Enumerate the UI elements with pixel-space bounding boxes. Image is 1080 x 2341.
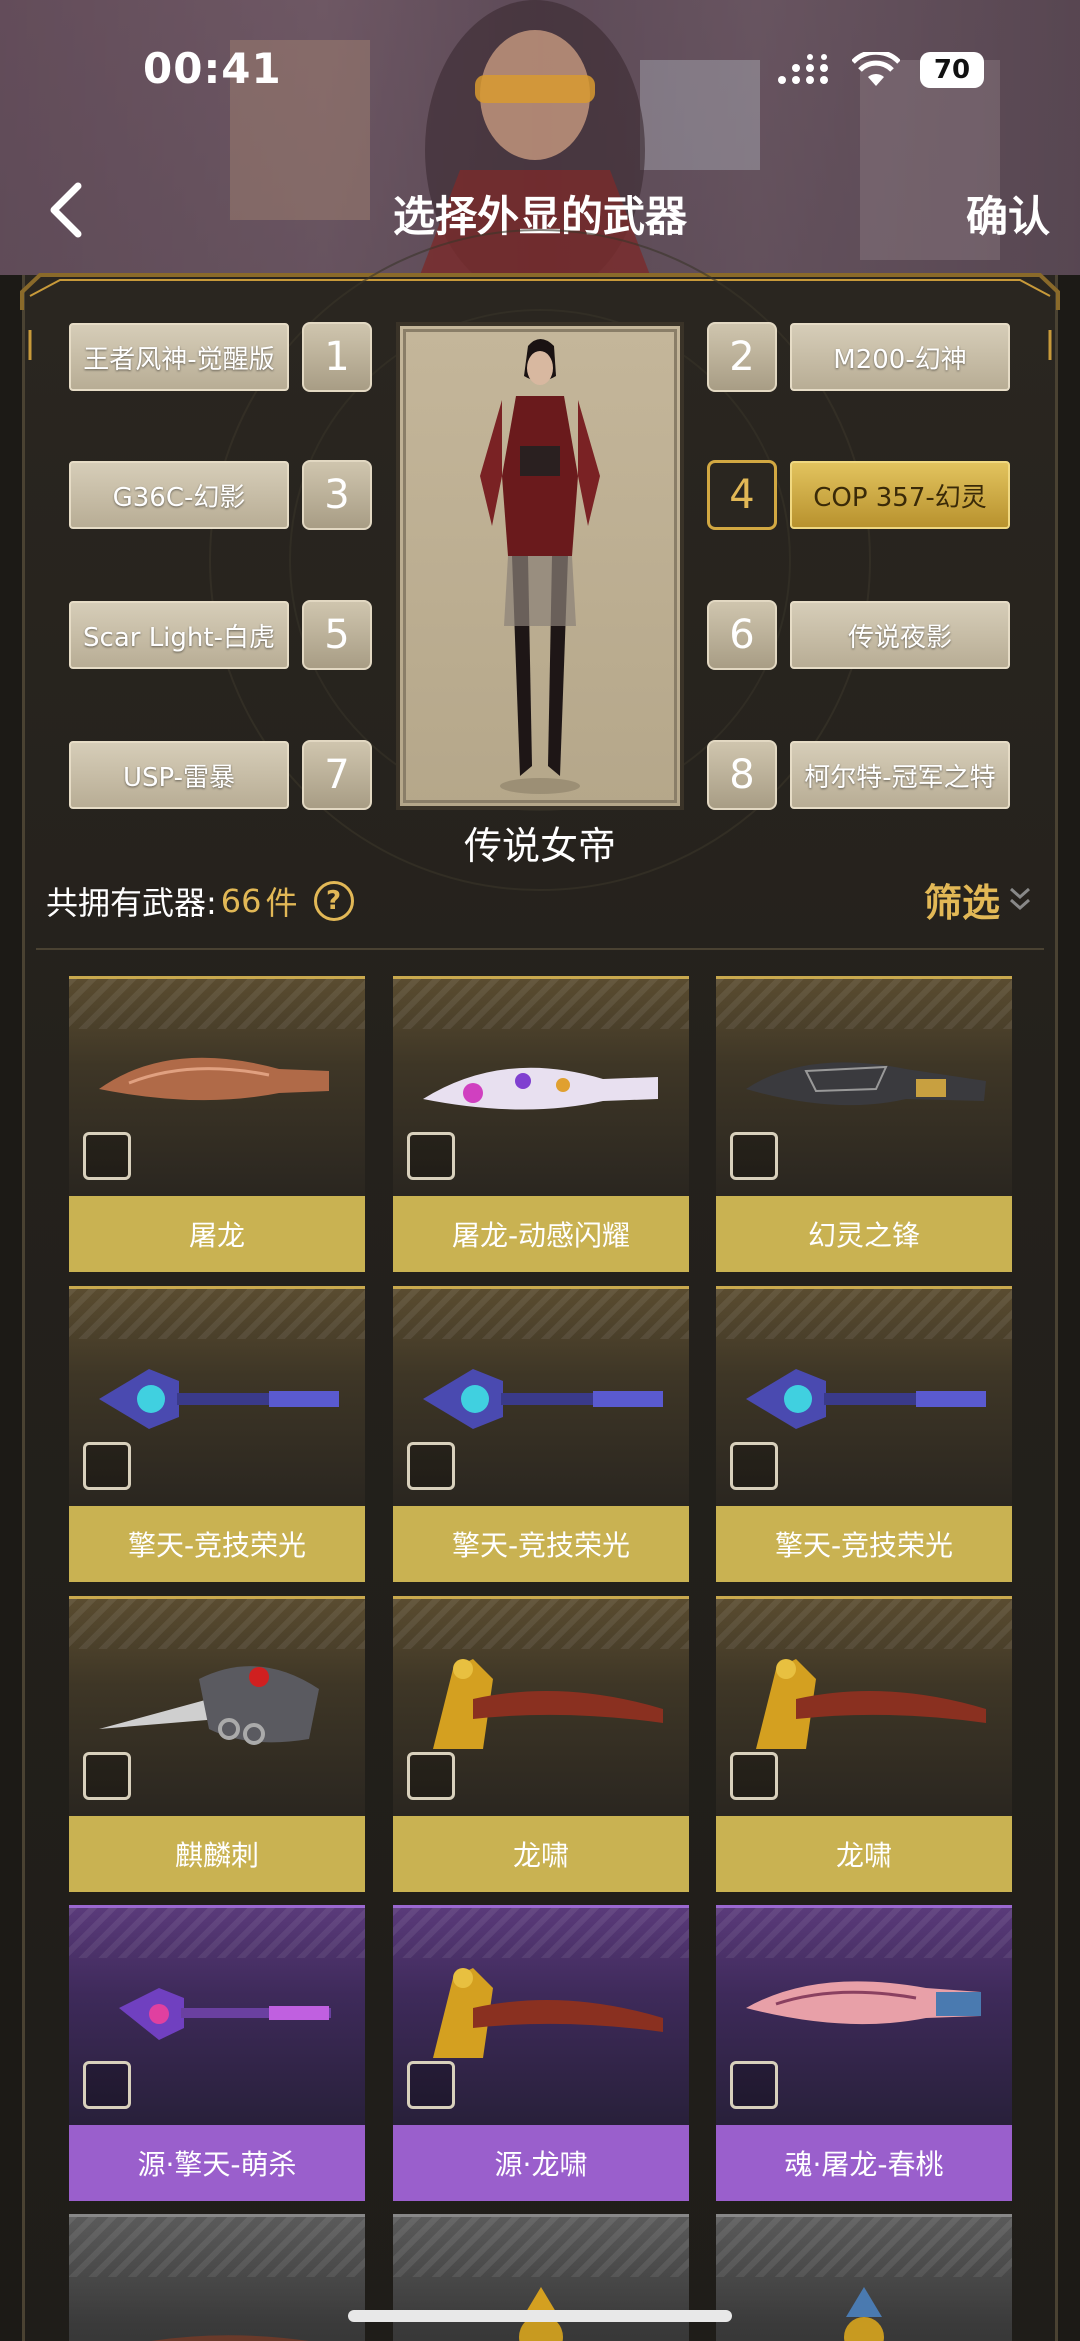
slot-7-number[interactable]: 7 — [302, 740, 372, 810]
owned-weapons-summary: 共拥有武器: 66 件 ? — [46, 878, 354, 924]
weapon-card[interactable]: 屠龙 — [69, 976, 365, 1272]
slot-8-weapon[interactable]: 柯尔特-冠军之特 — [790, 741, 1010, 809]
select-checkbox[interactable] — [730, 2061, 778, 2109]
select-checkbox[interactable] — [407, 2061, 455, 2109]
weapon-partial-icon — [844, 2287, 884, 2341]
character-figure — [480, 339, 600, 794]
weapon-card[interactable]: 魂·屠龙-春桃 — [716, 1905, 1012, 2201]
axe-icon — [756, 1659, 986, 1749]
weapon-card[interactable]: 龙啸 — [393, 1596, 689, 1892]
slot-2-weapon[interactable]: M200-幻神 — [790, 323, 1010, 391]
filter-label: 筛选 — [923, 881, 1000, 925]
slot-3-weapon[interactable]: G36C-幻影 — [69, 461, 289, 529]
weapon-name: 源·擎天-萌杀 — [69, 2125, 365, 2201]
select-checkbox[interactable] — [407, 1752, 455, 1800]
help-icon[interactable]: ? — [313, 881, 354, 921]
machete-icon — [746, 1062, 986, 1106]
owned-count: 66 — [220, 882, 262, 920]
machete-icon — [99, 1057, 329, 1101]
shovel-icon — [423, 1369, 663, 1429]
weapon-card[interactable]: 源·龙啸 — [393, 1905, 689, 2201]
weapon-card[interactable]: 擎天-竞技荣光 — [69, 1286, 365, 1582]
slot-5-number[interactable]: 5 — [302, 600, 372, 670]
machete-icon — [423, 1067, 658, 1110]
weapon-card[interactable]: 幻灵之锋 — [716, 976, 1012, 1272]
weapon-card[interactable]: 麒麟刺 — [69, 1596, 365, 1892]
weapon-name: 龙啸 — [716, 1816, 1012, 1892]
shovel-icon — [746, 1369, 986, 1429]
weapon-name: 擎天-竞技荣光 — [69, 1506, 365, 1582]
weapon-card-partial[interactable] — [716, 2214, 1012, 2341]
page-title: 选择外显的武器 — [392, 192, 687, 241]
select-checkbox[interactable] — [83, 2061, 131, 2109]
shovel-icon — [119, 1988, 331, 2040]
slot-4-weapon[interactable]: COP 357-幻灵 — [790, 461, 1010, 529]
weapon-card[interactable]: 屠龙-动感闪耀 — [393, 976, 689, 1272]
weapon-art — [69, 2214, 365, 2341]
select-checkbox[interactable] — [83, 1132, 131, 1180]
weapon-card[interactable]: 源·擎天-萌杀 — [69, 1905, 365, 2201]
section-divider — [36, 948, 1044, 950]
weapon-partial-icon — [151, 2335, 309, 2341]
status-icons: 70 — [776, 52, 984, 88]
header: 00:41 70 选择外显的武器 确认 — [0, 0, 1080, 275]
weapon-name: 魂·屠龙-春桃 — [716, 2125, 1012, 2201]
weapon-card[interactable]: 擎天-竞技荣光 — [716, 1286, 1012, 1582]
weapon-name: 幻灵之锋 — [716, 1196, 1012, 1272]
signal-icon — [778, 54, 828, 84]
slot-8-number[interactable]: 8 — [707, 740, 777, 810]
knuckle-knife-icon — [99, 1666, 319, 1745]
status-time: 00:41 — [143, 44, 282, 93]
weapon-card-partial[interactable] — [69, 2214, 365, 2341]
owned-unit: 件 — [265, 884, 298, 922]
select-checkbox[interactable] — [407, 1132, 455, 1180]
slot-2-number[interactable]: 2 — [707, 322, 777, 392]
owned-label: 共拥有武器: — [46, 884, 217, 922]
slot-6-weapon[interactable]: 传说夜影 — [790, 601, 1010, 669]
slot-5-weapon[interactable]: Scar Light-白虎 — [69, 601, 289, 669]
machete-icon — [746, 1981, 981, 2025]
character-name: 传说女帝 — [463, 824, 616, 868]
weapon-partial-icon — [519, 2287, 563, 2341]
weapon-name: 屠龙 — [69, 1196, 365, 1272]
select-checkbox[interactable] — [730, 1132, 778, 1180]
slot-4-number[interactable]: 4 — [707, 460, 777, 530]
axe-icon — [433, 1968, 663, 2058]
confirm-button[interactable]: 确认 — [966, 183, 1050, 244]
filter-button[interactable]: 筛选 — [924, 872, 1032, 927]
weapon-name: 麒麟刺 — [69, 1816, 365, 1892]
axe-icon — [433, 1659, 663, 1749]
select-checkbox[interactable] — [83, 1442, 131, 1490]
weapon-name: 屠龙-动感闪耀 — [393, 1196, 689, 1272]
select-checkbox[interactable] — [730, 1442, 778, 1490]
weapon-name: 擎天-竞技荣光 — [393, 1506, 689, 1582]
weapon-card[interactable]: 龙啸 — [716, 1596, 1012, 1892]
wifi-icon — [852, 52, 900, 86]
slot-6-number[interactable]: 6 — [707, 600, 777, 670]
slot-1-weapon[interactable]: 王者风神-觉醒版 — [69, 323, 289, 391]
select-checkbox[interactable] — [83, 1752, 131, 1800]
shovel-icon — [99, 1369, 339, 1429]
slot-7-weapon[interactable]: USP-雷暴 — [69, 741, 289, 809]
weapon-name: 源·龙啸 — [393, 2125, 689, 2201]
weapon-card[interactable]: 擎天-竞技荣光 — [393, 1286, 689, 1582]
battery-indicator: 70 — [920, 52, 984, 88]
weapon-name: 擎天-竞技荣光 — [716, 1506, 1012, 1582]
select-checkbox[interactable] — [407, 1442, 455, 1490]
character-portrait — [396, 322, 684, 810]
home-indicator[interactable] — [348, 2310, 732, 2322]
weapon-name: 龙啸 — [393, 1816, 689, 1892]
select-checkbox[interactable] — [730, 1752, 778, 1800]
chevron-double-down-icon — [1010, 887, 1030, 910]
slot-1-number[interactable]: 1 — [302, 322, 372, 392]
weapon-art — [716, 2214, 1012, 2341]
slot-3-number[interactable]: 3 — [302, 460, 372, 530]
